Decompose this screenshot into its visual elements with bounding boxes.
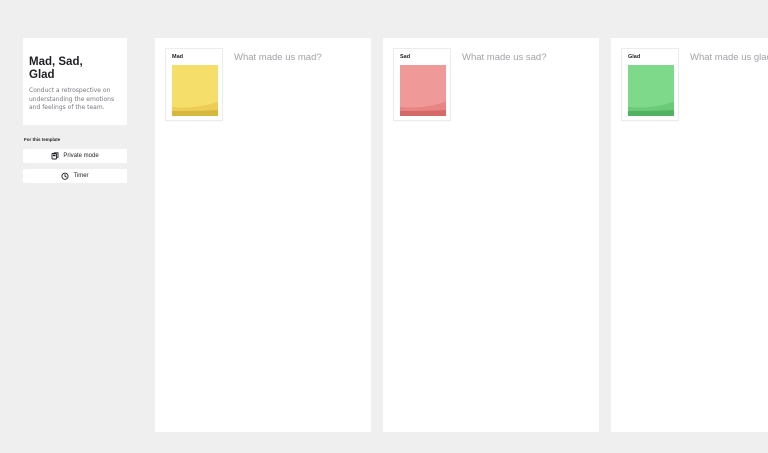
- template-tools-label: For this template: [24, 137, 61, 142]
- template-title: Mad, Sad, Glad: [29, 56, 83, 81]
- glad-sticker-card[interactable]: Glad: [621, 48, 679, 121]
- mad-sticker-label: Mad: [172, 54, 183, 60]
- sad-column[interactable]: Sad What made us sad?: [383, 38, 599, 432]
- timer-icon: [61, 172, 69, 180]
- glad-column[interactable]: Glad What made us glad?: [611, 38, 768, 432]
- timer-label: Timer: [73, 173, 89, 179]
- timer-button[interactable]: Timer: [23, 169, 127, 183]
- mad-column-prompt[interactable]: What made us mad?: [234, 52, 322, 63]
- private-mode-button[interactable]: Private mode: [23, 149, 127, 163]
- template-intro-card: Mad, Sad, Glad Conduct a retrospective o…: [23, 38, 127, 125]
- glad-sticker-label: Glad: [628, 54, 641, 60]
- template-description: Conduct a retrospective on understanding…: [29, 87, 115, 111]
- private-mode-icon: [51, 152, 59, 160]
- private-mode-label: Private mode: [63, 153, 99, 159]
- glad-sticky-note[interactable]: [628, 65, 674, 116]
- sad-sticky-note[interactable]: [400, 65, 446, 116]
- glad-column-prompt[interactable]: What made us glad?: [690, 52, 768, 63]
- mad-sticky-note[interactable]: [172, 65, 218, 116]
- sad-sticker-card[interactable]: Sad: [393, 48, 451, 121]
- board-canvas[interactable]: Mad, Sad, Glad Conduct a retrospective o…: [0, 0, 768, 453]
- mad-sticker-card[interactable]: Mad: [165, 48, 223, 121]
- mad-column[interactable]: Mad What made us mad?: [155, 38, 371, 432]
- sad-sticker-label: Sad: [400, 54, 411, 60]
- sad-column-prompt[interactable]: What made us sad?: [462, 52, 547, 63]
